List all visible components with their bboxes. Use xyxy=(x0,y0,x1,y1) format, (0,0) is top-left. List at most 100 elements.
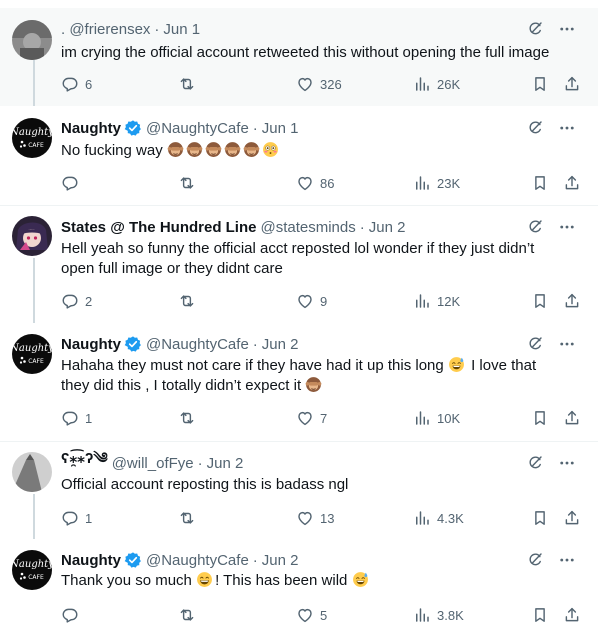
post-frierensex[interactable]: . @frierensex · Jun 1 im crying the offi… xyxy=(0,8,598,106)
post-date[interactable]: Jun 2 xyxy=(369,219,406,236)
share-button[interactable] xyxy=(563,508,581,528)
post-date[interactable]: Jun 1 xyxy=(262,120,299,137)
reply-button[interactable]: 2 xyxy=(61,291,92,311)
bookmark-icon xyxy=(531,509,549,527)
reply-button[interactable] xyxy=(61,605,79,625)
post-will-offye[interactable]: ʕ⁎̯͡⁎ʔ༄ @will_ofFye · Jun 2 Official acc… xyxy=(0,442,598,539)
avatar[interactable] xyxy=(12,334,52,374)
views-button[interactable]: 12K xyxy=(413,291,460,311)
grok-icon[interactable] xyxy=(526,119,544,137)
action-bar: 5 3.8K xyxy=(61,605,581,625)
views-button[interactable]: 10K xyxy=(413,408,460,428)
share-button[interactable] xyxy=(563,74,581,94)
post-naughty-2[interactable]: Naughty @NaughtyCafe · Jun 2 Hahaha they… xyxy=(0,323,598,440)
grok-icon[interactable] xyxy=(526,551,544,569)
reply-icon xyxy=(61,174,79,192)
post-date[interactable]: Jun 2 xyxy=(207,455,244,472)
repost-button[interactable] xyxy=(178,508,196,528)
reply-button[interactable] xyxy=(61,173,79,193)
bookmark-button[interactable] xyxy=(531,508,549,528)
reply-count: 6 xyxy=(85,76,93,92)
reply-icon xyxy=(61,75,79,93)
views-icon xyxy=(413,606,431,624)
share-button[interactable] xyxy=(563,291,581,311)
action-bar: 1 13 4.3K xyxy=(61,508,581,528)
author-name[interactable]: Naughty xyxy=(61,552,121,569)
reply-button[interactable]: 1 xyxy=(61,408,92,428)
views-icon xyxy=(413,75,431,93)
bookmark-button[interactable] xyxy=(531,408,549,428)
repost-button[interactable] xyxy=(178,408,196,428)
views-button[interactable]: 23K xyxy=(413,173,460,193)
like-button[interactable]: 5 xyxy=(296,605,327,625)
share-button[interactable] xyxy=(563,173,581,193)
post-top-icons xyxy=(526,119,576,137)
author-handle[interactable]: . @frierensex xyxy=(61,21,150,38)
action-bar: 86 23K xyxy=(61,173,581,193)
author-handle[interactable]: @NaughtyCafe xyxy=(146,336,249,353)
more-icon[interactable] xyxy=(558,335,576,353)
author-name[interactable]: Naughty xyxy=(61,336,121,353)
like-count: 326 xyxy=(320,76,342,92)
author-handle[interactable]: @NaughtyCafe xyxy=(146,552,249,569)
post-date[interactable]: Jun 2 xyxy=(262,336,299,353)
grok-icon[interactable] xyxy=(526,454,544,472)
grok-icon[interactable] xyxy=(526,20,544,38)
author-handle[interactable]: @will_ofFye xyxy=(112,455,194,472)
like-count: 86 xyxy=(320,175,335,191)
avatar[interactable] xyxy=(12,20,52,60)
post-naughty-1[interactable]: Naughty @NaughtyCafe · Jun 1 No fucking … xyxy=(0,106,598,204)
more-icon[interactable] xyxy=(558,20,576,38)
grok-icon[interactable] xyxy=(526,335,544,353)
post-statesminds[interactable]: States @ The Hundred Line @statesminds ·… xyxy=(0,206,598,323)
more-icon[interactable] xyxy=(558,119,576,137)
author-handle[interactable]: @statesminds xyxy=(260,219,355,236)
author-handle[interactable]: @NaughtyCafe xyxy=(146,120,249,137)
more-icon[interactable] xyxy=(558,551,576,569)
avatar[interactable] xyxy=(12,550,52,590)
post-date[interactable]: Jun 1 xyxy=(163,21,200,38)
views-button[interactable]: 4.3K xyxy=(413,508,464,528)
bookmark-button[interactable] xyxy=(531,173,549,193)
post-date[interactable]: Jun 2 xyxy=(262,552,299,569)
more-icon[interactable] xyxy=(558,218,576,236)
share-button[interactable] xyxy=(563,605,581,625)
more-icon[interactable] xyxy=(558,454,576,472)
like-button[interactable]: 13 xyxy=(296,508,334,528)
author-name[interactable]: Naughty xyxy=(61,120,121,137)
bookmark-button[interactable] xyxy=(531,605,549,625)
bookmark-button[interactable] xyxy=(531,74,549,94)
post-text-line: Hahaha they must not care if they have h… xyxy=(61,356,581,376)
like-count: 7 xyxy=(320,410,328,426)
like-button[interactable]: 86 xyxy=(296,173,334,193)
post-text: Hahaha they must not care if they have h… xyxy=(61,356,581,396)
like-button[interactable]: 7 xyxy=(296,408,327,428)
reply-button[interactable]: 6 xyxy=(61,74,92,94)
separator-dot: · xyxy=(252,335,258,353)
views-button[interactable]: 26K xyxy=(413,74,460,94)
author-name[interactable]: States @ The Hundred Line xyxy=(61,219,256,236)
views-button[interactable]: 3.8K xyxy=(413,605,464,625)
like-button[interactable]: 326 xyxy=(296,74,342,94)
repost-icon xyxy=(178,292,196,310)
repost-icon xyxy=(178,509,196,527)
like-icon xyxy=(296,606,314,624)
share-button[interactable] xyxy=(563,408,581,428)
post-naughty-3[interactable]: Naughty @NaughtyCafe · Jun 2 Thank you s… xyxy=(0,539,598,634)
reply-button[interactable]: 1 xyxy=(61,508,92,528)
avatar[interactable] xyxy=(12,118,52,158)
repost-button[interactable] xyxy=(178,291,196,311)
repost-button[interactable] xyxy=(178,173,196,193)
post-text-line: Hell yeah so funny the official acct rep… xyxy=(61,240,535,257)
avatar[interactable] xyxy=(12,216,52,256)
action-bar: 2 9 12K xyxy=(61,291,581,311)
avatar[interactable] xyxy=(12,452,52,492)
like-button[interactable]: 9 xyxy=(296,291,327,311)
repost-button[interactable] xyxy=(178,605,196,625)
bookmark-button[interactable] xyxy=(531,291,549,311)
separator-dot: · xyxy=(197,454,203,472)
grok-icon[interactable] xyxy=(526,218,544,236)
like-icon xyxy=(296,174,314,192)
repost-button[interactable] xyxy=(178,74,196,94)
views-count: 12K xyxy=(437,293,461,309)
